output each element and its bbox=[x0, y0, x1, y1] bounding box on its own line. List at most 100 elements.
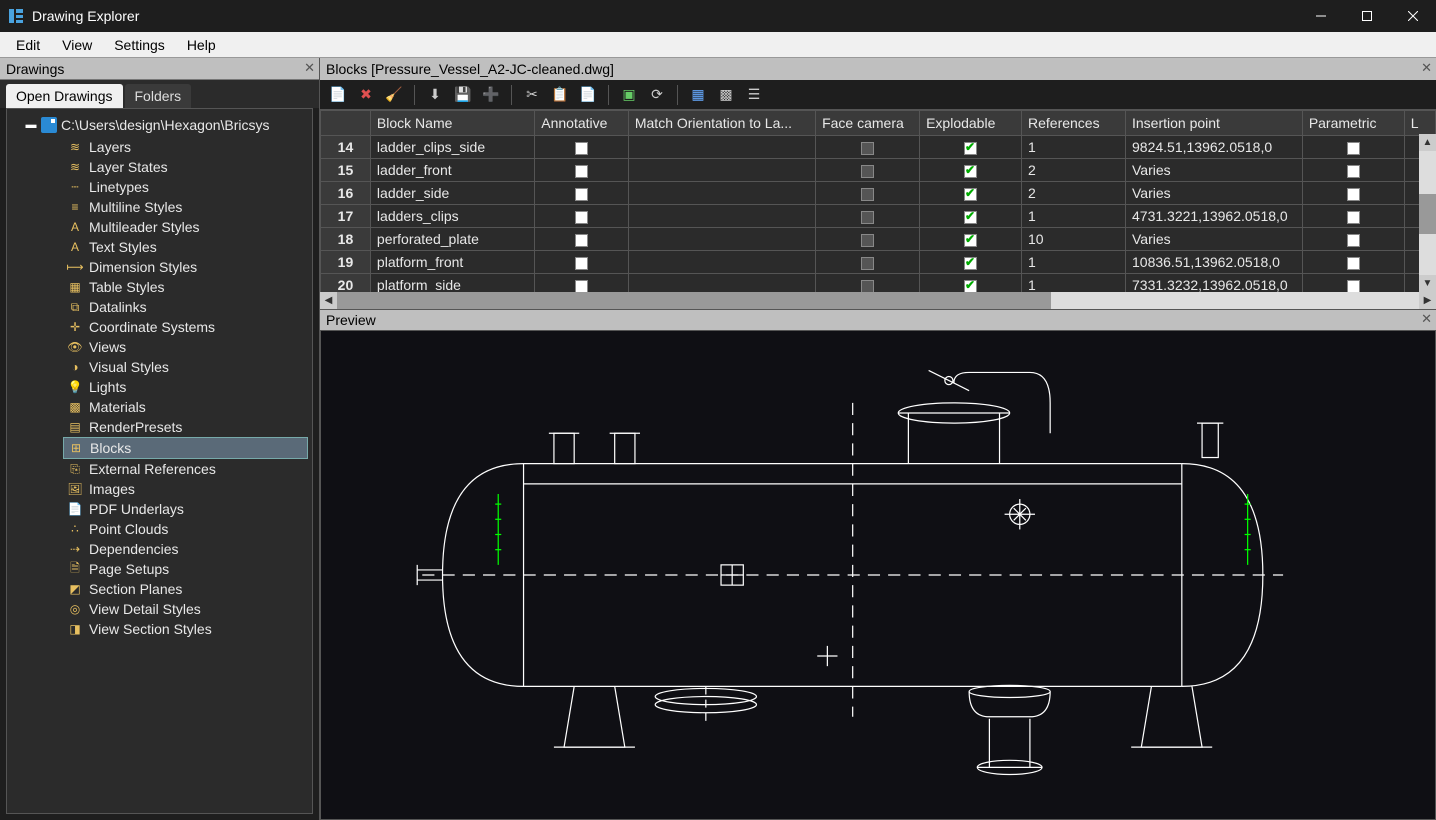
cell-insertion[interactable]: 4731.3221,13962.0518,0 bbox=[1126, 205, 1303, 228]
vertical-scrollbar[interactable]: ▲ ▼ bbox=[1419, 134, 1436, 292]
table-row[interactable]: 17ladders_clips14731.3221,13962.0518,0 bbox=[321, 205, 1436, 228]
blocks-panel-close-icon[interactable]: ✕ bbox=[1421, 60, 1432, 76]
cell-insertion[interactable]: 9824.51,13962.0518,0 bbox=[1126, 136, 1303, 159]
row-number[interactable]: 18 bbox=[321, 228, 371, 251]
cell-parametric[interactable] bbox=[1302, 251, 1404, 274]
scroll-left-icon[interactable]: ◀ bbox=[320, 292, 337, 309]
cell-face-camera[interactable] bbox=[816, 205, 920, 228]
new-button[interactable]: 📄 bbox=[326, 83, 350, 107]
tree-item-section-planes[interactable]: ◩Section Planes bbox=[63, 579, 308, 599]
tree-item-multileader-styles[interactable]: AMultileader Styles bbox=[63, 217, 308, 237]
checkbox-icon[interactable] bbox=[1347, 234, 1360, 247]
col-block-name[interactable]: Block Name bbox=[370, 111, 534, 136]
cell-block-name[interactable]: ladder_clips_side bbox=[370, 136, 534, 159]
cell-face-camera[interactable] bbox=[816, 159, 920, 182]
checkbox-icon[interactable] bbox=[964, 142, 977, 155]
checkbox-icon[interactable] bbox=[861, 211, 874, 224]
cell-insertion[interactable]: 10836.51,13962.0518,0 bbox=[1126, 251, 1303, 274]
tree-item-images[interactable]: 🖼Images bbox=[63, 479, 308, 499]
delete-button[interactable]: ✖ bbox=[354, 83, 378, 107]
col-explodable[interactable]: Explodable bbox=[920, 111, 1022, 136]
checkbox-icon[interactable] bbox=[1347, 142, 1360, 155]
cell-match[interactable] bbox=[628, 251, 815, 274]
scroll-down-icon[interactable]: ▼ bbox=[1419, 275, 1436, 292]
tree-item-renderpresets[interactable]: ▤RenderPresets bbox=[63, 417, 308, 437]
cell-insertion[interactable]: Varies bbox=[1126, 228, 1303, 251]
tree-item-visual-styles[interactable]: ◑Visual Styles bbox=[63, 357, 308, 377]
drawings-panel-close-icon[interactable]: ✕ bbox=[304, 60, 315, 76]
preview-area[interactable] bbox=[320, 330, 1436, 820]
checkbox-icon[interactable] bbox=[861, 142, 874, 155]
col-parametric[interactable]: Parametric bbox=[1302, 111, 1404, 136]
paste-button[interactable]: 📄 bbox=[576, 83, 600, 107]
cell-references[interactable]: 1 bbox=[1022, 274, 1126, 293]
cell-block-name[interactable]: ladder_side bbox=[370, 182, 534, 205]
checkbox-icon[interactable] bbox=[575, 188, 588, 201]
save-button[interactable]: 💾 bbox=[451, 83, 475, 107]
checkbox-icon[interactable] bbox=[861, 234, 874, 247]
horizontal-scrollbar[interactable]: ◀ ▶ bbox=[320, 292, 1436, 309]
checkbox-icon[interactable] bbox=[964, 280, 977, 292]
tree-item-page-setups[interactable]: 🗎Page Setups bbox=[63, 559, 308, 579]
row-number[interactable]: 15 bbox=[321, 159, 371, 182]
cell-insertion[interactable]: 7331.3232,13962.0518,0 bbox=[1126, 274, 1303, 293]
cell-annotative[interactable] bbox=[535, 228, 629, 251]
scroll-right-icon[interactable]: ▶ bbox=[1419, 292, 1436, 309]
cell-parametric[interactable] bbox=[1302, 182, 1404, 205]
checkbox-icon[interactable] bbox=[861, 257, 874, 270]
copy-button[interactable]: 📋 bbox=[548, 83, 572, 107]
hscroll-thumb[interactable] bbox=[337, 292, 1051, 309]
tree-item-lights[interactable]: 💡Lights bbox=[63, 377, 308, 397]
details-view-button[interactable]: ▦ bbox=[686, 83, 710, 107]
row-number[interactable]: 20 bbox=[321, 274, 371, 293]
tab-open-drawings[interactable]: Open Drawings bbox=[6, 84, 123, 108]
cell-parametric[interactable] bbox=[1302, 205, 1404, 228]
checkbox-icon[interactable] bbox=[575, 165, 588, 178]
tree-item-linetypes[interactable]: ┄Linetypes bbox=[63, 177, 308, 197]
purge-button[interactable]: 🧹 bbox=[382, 83, 406, 107]
table-row[interactable]: 20platform_side 17331.3232,13962.0518,0 bbox=[321, 274, 1436, 293]
tree-item-coordinate-systems[interactable]: ✛Coordinate Systems bbox=[63, 317, 308, 337]
tree-collapse-icon[interactable]: ▬ bbox=[25, 119, 37, 131]
tree-item-table-styles[interactable]: ▦Table Styles bbox=[63, 277, 308, 297]
options-button[interactable]: ▣ bbox=[617, 83, 641, 107]
checkbox-icon[interactable] bbox=[964, 211, 977, 224]
cell-references[interactable]: 1 bbox=[1022, 251, 1126, 274]
cell-explodable[interactable] bbox=[920, 228, 1022, 251]
cell-block-name[interactable]: platform_side bbox=[370, 274, 534, 293]
cell-match[interactable] bbox=[628, 159, 815, 182]
tree-item-views[interactable]: 👁Views bbox=[63, 337, 308, 357]
col-last[interactable]: L bbox=[1404, 111, 1435, 136]
checkbox-icon[interactable] bbox=[964, 257, 977, 270]
checkbox-icon[interactable] bbox=[861, 280, 874, 292]
cell-insertion[interactable]: Varies bbox=[1126, 182, 1303, 205]
minimize-button[interactable] bbox=[1298, 0, 1344, 32]
cell-annotative[interactable] bbox=[535, 136, 629, 159]
blocks-grid-scroll[interactable]: Block Name Annotative Match Orientation … bbox=[320, 110, 1436, 292]
cell-face-camera[interactable] bbox=[816, 182, 920, 205]
tree-root[interactable]: ▬ C:\Users\design\Hexagon\Bricsys bbox=[11, 115, 308, 135]
menu-view[interactable]: View bbox=[52, 34, 102, 56]
row-number[interactable]: 19 bbox=[321, 251, 371, 274]
cell-match[interactable] bbox=[628, 205, 815, 228]
tree-item-blocks[interactable]: ⊞Blocks bbox=[63, 437, 308, 459]
cell-annotative[interactable] bbox=[535, 274, 629, 293]
cell-references[interactable]: 1 bbox=[1022, 205, 1126, 228]
cell-block-name[interactable]: platform_front bbox=[370, 251, 534, 274]
cell-explodable[interactable] bbox=[920, 205, 1022, 228]
checkbox-icon[interactable] bbox=[964, 165, 977, 178]
cell-parametric[interactable] bbox=[1302, 159, 1404, 182]
scroll-up-icon[interactable]: ▲ bbox=[1419, 134, 1436, 151]
cell-explodable[interactable] bbox=[920, 159, 1022, 182]
cell-references[interactable]: 2 bbox=[1022, 159, 1126, 182]
table-row[interactable]: 16ladder_side2Varies bbox=[321, 182, 1436, 205]
tree-item-view-section-styles[interactable]: ◨View Section Styles bbox=[63, 619, 308, 639]
cell-match[interactable] bbox=[628, 228, 815, 251]
cell-face-camera[interactable] bbox=[816, 274, 920, 293]
cell-block-name[interactable]: ladder_front bbox=[370, 159, 534, 182]
tree-item-pdf-underlays[interactable]: 📄PDF Underlays bbox=[63, 499, 308, 519]
maximize-button[interactable] bbox=[1344, 0, 1390, 32]
row-number[interactable]: 14 bbox=[321, 136, 371, 159]
checkbox-icon[interactable] bbox=[1347, 257, 1360, 270]
checkbox-icon[interactable] bbox=[575, 280, 588, 292]
